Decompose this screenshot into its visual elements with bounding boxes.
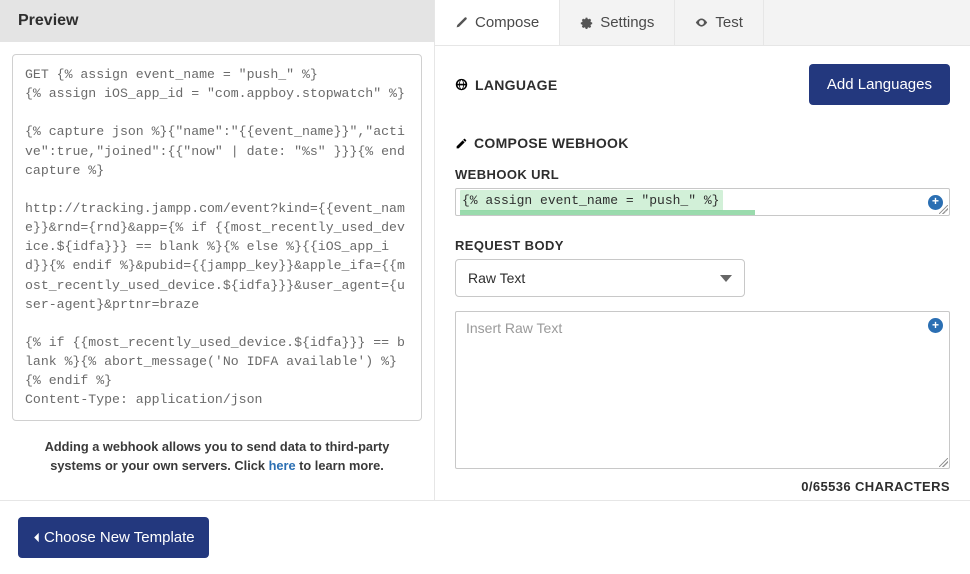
edit-icon bbox=[455, 137, 468, 150]
request-body-label: REQUEST BODY bbox=[455, 238, 950, 253]
resize-handle[interactable] bbox=[939, 205, 948, 214]
choose-new-template-button[interactable]: Choose New Template bbox=[18, 517, 209, 558]
tab-bar: Compose Settings Test bbox=[435, 0, 970, 46]
compose-webhook-title: COMPOSE WEBHOOK bbox=[455, 135, 950, 151]
resize-handle[interactable] bbox=[939, 458, 948, 467]
footer-bar: Choose New Template bbox=[0, 500, 970, 574]
character-count: 0/65536 CHARACTERS bbox=[455, 479, 950, 494]
eye-icon bbox=[695, 16, 708, 29]
language-label: LANGUAGE bbox=[455, 77, 558, 93]
compose-pane: Compose Settings Test LANGUAGE A bbox=[435, 0, 970, 500]
preview-footer-text: Adding a webhook allows you to send data… bbox=[12, 421, 422, 477]
add-languages-button[interactable]: Add Languages bbox=[809, 64, 950, 105]
preview-code-block: GET {% assign event_name = "push_" %} {%… bbox=[12, 54, 422, 421]
highlight-stripe bbox=[460, 210, 755, 215]
preview-title: Preview bbox=[0, 0, 434, 42]
gear-icon bbox=[580, 16, 593, 29]
webhook-url-label: WEBHOOK URL bbox=[455, 167, 950, 182]
tab-test[interactable]: Test bbox=[675, 0, 764, 45]
learn-more-link[interactable]: here bbox=[269, 458, 296, 473]
tab-settings[interactable]: Settings bbox=[560, 0, 675, 45]
add-body-personalization-button[interactable] bbox=[928, 318, 943, 333]
webhook-url-value: {% assign event_name = "push_" %} bbox=[460, 190, 723, 211]
webhook-url-input[interactable]: {% assign event_name = "push_" %} bbox=[455, 188, 950, 216]
chevron-down-icon bbox=[720, 275, 732, 282]
request-body-type-select[interactable]: Raw Text bbox=[455, 259, 745, 297]
tab-compose[interactable]: Compose bbox=[435, 0, 560, 45]
pencil-icon bbox=[455, 16, 468, 29]
preview-pane: Preview GET {% assign event_name = "push… bbox=[0, 0, 435, 500]
globe-icon bbox=[455, 78, 468, 91]
caret-left-icon bbox=[32, 532, 40, 543]
raw-text-input[interactable]: Insert Raw Text bbox=[455, 311, 950, 469]
